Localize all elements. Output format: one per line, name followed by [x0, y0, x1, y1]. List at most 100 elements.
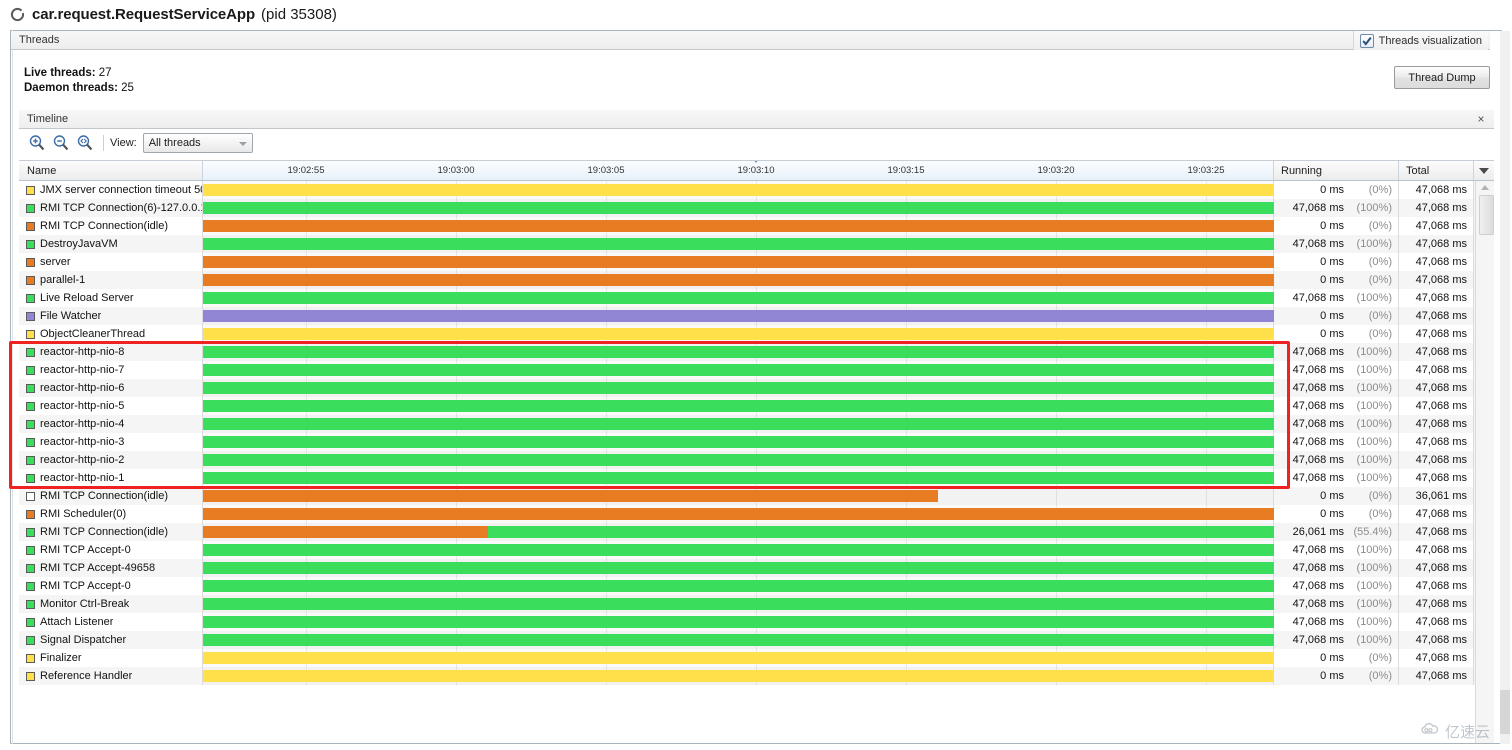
cell-timeline[interactable] [203, 307, 1274, 325]
cell-thread-name: RMI TCP Accept-49658 [19, 559, 203, 577]
thread-dump-button[interactable]: Thread Dump [1394, 66, 1490, 89]
window-title-bar: car.request.RequestServiceApp (pid 35308… [0, 0, 1512, 28]
table-row[interactable]: reactor-http-nio-1 47,068 ms (100%) 47,068 … [19, 469, 1494, 487]
table-row[interactable]: RMI TCP Connection(idle) 0 ms (0%) 47,068 m… [19, 217, 1494, 235]
running-ms-value: 47,068 ms [1292, 580, 1344, 592]
cell-timeline[interactable] [203, 487, 1274, 505]
cell-timeline[interactable] [203, 469, 1274, 487]
thread-state-swatch-icon [26, 203, 35, 213]
cell-timeline[interactable] [203, 199, 1274, 217]
table-row[interactable]: Reference Handler 0 ms (0%) 47,068 ms [19, 667, 1494, 685]
cell-total: 47,068 ms [1399, 433, 1474, 451]
threads-visualization-checkbox[interactable] [1359, 33, 1374, 48]
cell-running: 0 ms (0%) [1274, 181, 1399, 199]
scrollbar-thumb[interactable] [1479, 195, 1494, 235]
table-row[interactable]: RMI TCP Connection(idle) 26,061 ms (55.4%)… [19, 523, 1494, 541]
table-row[interactable]: reactor-http-nio-6 47,068 ms (100%) 47,068 … [19, 379, 1494, 397]
thread-state-swatch-icon [26, 239, 35, 249]
cell-timeline[interactable] [203, 379, 1274, 397]
table-row[interactable]: reactor-http-nio-3 47,068 ms (100%) 47,068 … [19, 433, 1494, 451]
table-row[interactable]: File Watcher 0 ms (0%) 47,068 ms [19, 307, 1494, 325]
cell-timeline[interactable] [203, 667, 1274, 685]
table-row[interactable]: RMI TCP Accept-0 47,068 ms (100%) 47,068 ms [19, 541, 1494, 559]
column-header-running[interactable]: Running [1274, 161, 1399, 180]
cell-timeline[interactable] [203, 181, 1274, 199]
cell-running: 0 ms (0%) [1274, 487, 1399, 505]
window-scrollbar-thumb[interactable] [1500, 690, 1510, 734]
table-column-menu-button[interactable] [1474, 161, 1493, 180]
table-row[interactable]: RMI TCP Accept-49658 47,068 ms (100%) 47,06… [19, 559, 1494, 577]
table-row[interactable]: RMI TCP Accept-0 47,068 ms (100%) 47,068 ms [19, 577, 1494, 595]
cell-timeline[interactable] [203, 271, 1274, 289]
table-row[interactable]: ObjectCleanerThread 0 ms (0%) 47,068 ms [19, 325, 1494, 343]
cell-timeline[interactable] [203, 253, 1274, 271]
table-row[interactable]: server 0 ms (0%) 47,068 ms [19, 253, 1494, 271]
table-row[interactable]: RMI TCP Connection(idle) 0 ms (0%) 36,061 m… [19, 487, 1494, 505]
cell-total: 47,068 ms [1399, 469, 1474, 487]
cell-timeline[interactable] [203, 559, 1274, 577]
cell-running: 0 ms (0%) [1274, 325, 1399, 343]
timeline-bar-segment [203, 472, 1274, 484]
table-row[interactable]: reactor-http-nio-2 47,068 ms (100%) 47,068 … [19, 451, 1494, 469]
cell-timeline[interactable] [203, 451, 1274, 469]
table-row[interactable]: Monitor Ctrl-Break 47,068 ms (100%) 47,068 … [19, 595, 1494, 613]
running-ms-value: 47,068 ms [1292, 472, 1344, 484]
table-row[interactable]: reactor-http-nio-4 47,068 ms (100%) 47,068 … [19, 415, 1494, 433]
threads-panel-header: Threads Threads visualization [11, 31, 1490, 50]
thread-state-swatch-icon [26, 545, 35, 555]
zoom-fit-icon[interactable] [73, 132, 97, 154]
running-ms-value: 47,068 ms [1292, 202, 1344, 214]
cell-timeline[interactable] [203, 505, 1274, 523]
cell-timeline[interactable] [203, 613, 1274, 631]
close-icon[interactable]: × [1474, 112, 1488, 126]
zoom-out-icon[interactable] [49, 132, 73, 154]
table-row[interactable]: parallel-1 0 ms (0%) 47,068 ms [19, 271, 1494, 289]
table-row[interactable]: DestroyJavaVM 47,068 ms (100%) 47,068 ms [19, 235, 1494, 253]
cell-timeline[interactable] [203, 361, 1274, 379]
table-row[interactable]: RMI TCP Connection(6)-127.0.0.1 47,068 ms… [19, 199, 1494, 217]
cell-timeline[interactable] [203, 343, 1274, 361]
cell-timeline[interactable] [203, 595, 1274, 613]
cell-running: 47,068 ms (100%) [1274, 415, 1399, 433]
cell-timeline[interactable] [203, 433, 1274, 451]
cell-timeline[interactable] [203, 523, 1274, 541]
cell-timeline[interactable] [203, 649, 1274, 667]
scroll-up-icon[interactable] [1481, 185, 1489, 190]
vertical-scrollbar[interactable] [1475, 181, 1494, 743]
cell-timeline[interactable] [203, 289, 1274, 307]
cell-total: 47,068 ms [1399, 613, 1474, 631]
table-row[interactable]: RMI Scheduler(0) 0 ms (0%) 47,068 ms [19, 505, 1494, 523]
running-ms-value: 47,068 ms [1292, 346, 1344, 358]
cell-timeline[interactable] [203, 235, 1274, 253]
table-row[interactable]: Signal Dispatcher 47,068 ms (100%) 47,068 m… [19, 631, 1494, 649]
cell-timeline[interactable] [203, 415, 1274, 433]
cell-timeline[interactable] [203, 325, 1274, 343]
zoom-in-icon[interactable] [25, 132, 49, 154]
cell-timeline[interactable] [203, 217, 1274, 235]
cell-timeline[interactable] [203, 397, 1274, 415]
thread-state-swatch-icon [26, 293, 35, 303]
cell-timeline[interactable] [203, 577, 1274, 595]
window-scrollbar-track[interactable] [1500, 31, 1510, 744]
threads-visualization-toggle[interactable]: Threads visualization [1352, 31, 1488, 50]
cell-timeline[interactable] [203, 631, 1274, 649]
timeline-tick-label: 19:03:15 [887, 165, 925, 176]
view-select[interactable]: All threads [142, 133, 253, 153]
cell-timeline[interactable] [203, 541, 1274, 559]
table-row[interactable]: Finalizer 0 ms (0%) 47,068 ms [19, 649, 1494, 667]
thread-name-label: Live Reload Server [40, 292, 134, 304]
column-header-total[interactable]: Total [1399, 161, 1474, 180]
table-row[interactable]: reactor-http-nio-8 47,068 ms (100%) 47,068 … [19, 343, 1494, 361]
daemon-threads-value: 25 [121, 82, 134, 94]
table-row[interactable]: JMX server connection timeout 50 0 ms (0%)… [19, 181, 1494, 199]
threads-panel-title: Threads [19, 34, 60, 46]
cell-total: 47,068 ms [1399, 451, 1474, 469]
table-row[interactable]: Attach Listener 47,068 ms (100%) 47,068 ms [19, 613, 1494, 631]
timeline-tick-label: 19:03:00 [437, 165, 475, 176]
cell-total: 47,068 ms [1399, 577, 1474, 595]
table-row[interactable]: Live Reload Server 47,068 ms (100%) 47,068 … [19, 289, 1494, 307]
table-row[interactable]: reactor-http-nio-5 47,068 ms (100%) 47,068 … [19, 397, 1494, 415]
column-header-name[interactable]: Name [19, 161, 203, 180]
table-row[interactable]: reactor-http-nio-7 47,068 ms (100%) 47,068 … [19, 361, 1494, 379]
live-threads-value: 27 [98, 67, 112, 79]
